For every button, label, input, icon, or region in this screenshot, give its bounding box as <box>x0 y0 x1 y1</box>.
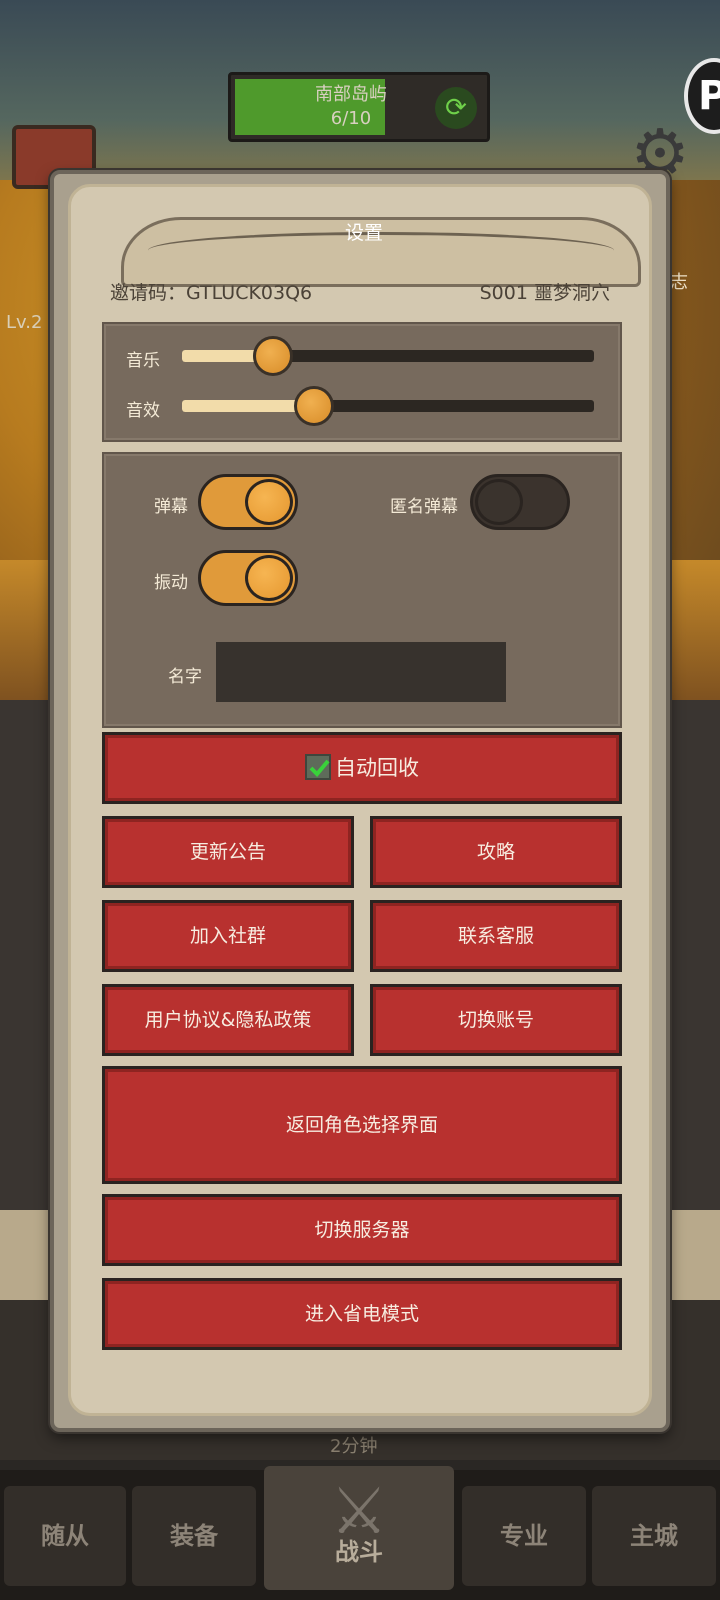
refresh-icon: ⟳ <box>435 87 477 129</box>
music-slider-knob[interactable] <box>252 336 293 376</box>
guide-button[interactable]: 攻略 <box>370 816 622 888</box>
vibration-label: 振动 <box>154 573 188 593</box>
toggle-knob <box>245 555 293 601</box>
server-name: S001 噩梦洞穴 <box>479 282 610 304</box>
return-character-select-button[interactable]: 返回角色选择界面 <box>102 1066 622 1184</box>
anonymous-danmaku-toggle[interactable] <box>470 474 570 530</box>
tab-profession[interactable]: 专业 <box>462 1486 586 1586</box>
auto-recycle-button[interactable]: 自动回收 <box>102 732 622 804</box>
danmaku-toggle[interactable] <box>198 474 298 530</box>
update-notice-button[interactable]: 更新公告 <box>102 816 354 888</box>
auto-recycle-checkbox[interactable] <box>305 754 331 780</box>
settings-dialog: 设置 邀请码：GTLUCK03Q6 S001 噩梦洞穴 音乐 音效 弹幕 匿名弹… <box>50 170 670 1432</box>
sfx-slider[interactable] <box>182 386 594 426</box>
toggle-knob <box>245 479 293 525</box>
tab-battle[interactable]: ⚔ 战斗 <box>264 1466 454 1590</box>
power-saving-button[interactable]: 进入省电模式 <box>102 1278 622 1350</box>
vibration-toggle[interactable] <box>198 550 298 606</box>
dialog-title: 设置 <box>344 222 383 244</box>
checkmark-icon <box>309 759 330 777</box>
sfx-slider-knob[interactable] <box>293 386 334 426</box>
name-label: 名字 <box>168 667 202 687</box>
danmaku-label: 弹幕 <box>154 497 188 517</box>
tab-followers[interactable]: 随从 <box>4 1486 126 1586</box>
level-label: Lv.2 <box>6 312 43 333</box>
switch-server-button[interactable]: 切换服务器 <box>102 1194 622 1266</box>
switch-account-button[interactable]: 切换账号 <box>370 984 622 1056</box>
user-agreement-button[interactable]: 用户协议&隐私政策 <box>102 984 354 1056</box>
toggles-panel: 弹幕 匿名弹幕 振动 名字 <box>102 452 622 728</box>
music-slider[interactable] <box>182 336 594 376</box>
join-community-button[interactable]: 加入社群 <box>102 900 354 972</box>
tab-main-city[interactable]: 主城 <box>592 1486 716 1586</box>
name-field[interactable] <box>216 642 506 702</box>
anonymous-danmaku-label: 匿名弹幕 <box>390 497 458 517</box>
auto-recycle-label: 自动回收 <box>335 756 419 780</box>
music-label: 音乐 <box>126 351 160 371</box>
bottom-nav: 随从 装备 ⚔ 战斗 专业 主城 <box>0 1466 720 1600</box>
invite-code: 邀请码：GTLUCK03Q6 <box>110 282 313 304</box>
timer-hint: 2分钟 <box>330 1436 378 1457</box>
tab-equipment[interactable]: 装备 <box>132 1486 256 1586</box>
toggle-knob <box>475 479 523 525</box>
sfx-label: 音效 <box>126 401 160 421</box>
audio-panel: 音乐 音效 <box>102 322 622 442</box>
contact-service-button[interactable]: 联系客服 <box>370 900 622 972</box>
location-banner: 南部岛屿 6/10 ⟳ <box>228 72 490 142</box>
tab-battle-label: 战斗 <box>335 1538 383 1566</box>
